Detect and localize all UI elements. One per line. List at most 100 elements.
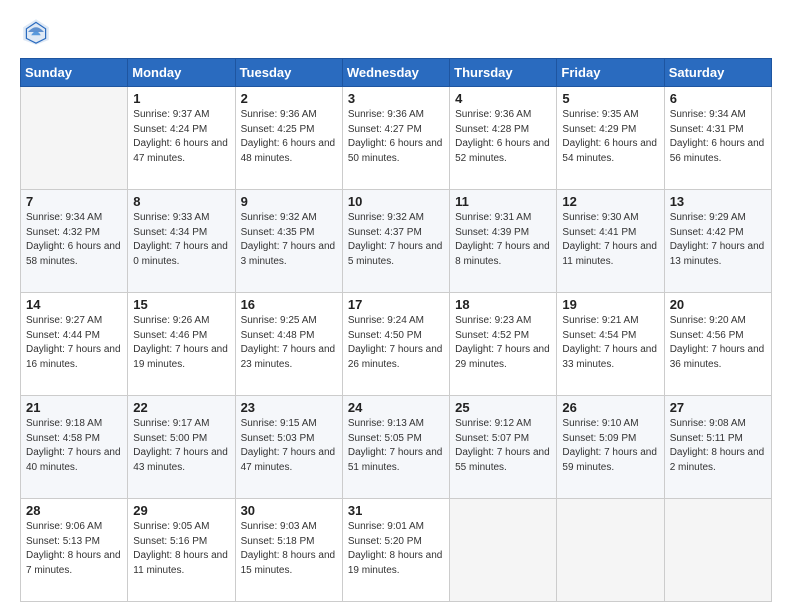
weekday-header-monday: Monday bbox=[128, 59, 235, 87]
day-info: Sunrise: 9:32 AMSunset: 4:37 PMDaylight:… bbox=[348, 211, 444, 269]
day-number: 5 bbox=[562, 91, 658, 106]
calendar-cell: 10 Sunrise: 9:32 AMSunset: 4:37 PMDayligh… bbox=[342, 190, 449, 293]
calendar-cell bbox=[557, 499, 664, 602]
weekday-header-tuesday: Tuesday bbox=[235, 59, 342, 87]
day-number: 22 bbox=[133, 400, 229, 415]
week-row-4: 28 Sunrise: 9:06 AMSunset: 5:13 PMDayligh… bbox=[21, 499, 772, 602]
day-info: Sunrise: 9:25 AMSunset: 4:48 PMDaylight:… bbox=[241, 314, 337, 372]
week-row-0: 1 Sunrise: 9:37 AMSunset: 4:24 PMDaylight… bbox=[21, 87, 772, 190]
day-number: 13 bbox=[670, 194, 766, 209]
day-info: Sunrise: 9:13 AMSunset: 5:05 PMDaylight:… bbox=[348, 417, 444, 475]
day-info: Sunrise: 9:01 AMSunset: 5:20 PMDaylight:… bbox=[348, 520, 444, 578]
header bbox=[20, 16, 772, 48]
weekday-header-thursday: Thursday bbox=[450, 59, 557, 87]
day-number: 9 bbox=[241, 194, 337, 209]
day-number: 2 bbox=[241, 91, 337, 106]
week-row-2: 14 Sunrise: 9:27 AMSunset: 4:44 PMDayligh… bbox=[21, 293, 772, 396]
day-info: Sunrise: 9:34 AMSunset: 4:31 PMDaylight:… bbox=[670, 108, 766, 166]
day-info: Sunrise: 9:32 AMSunset: 4:35 PMDaylight:… bbox=[241, 211, 337, 269]
day-number: 29 bbox=[133, 503, 229, 518]
day-number: 31 bbox=[348, 503, 444, 518]
calendar-cell: 16Sunrise: 9:25 AMSunset: 4:48 PMDayligh… bbox=[235, 293, 342, 396]
calendar-cell: 27Sunrise: 9:08 AMSunset: 5:11 PMDayligh… bbox=[664, 396, 771, 499]
weekday-header-wednesday: Wednesday bbox=[342, 59, 449, 87]
calendar-cell: 25 Sunrise: 9:12 AMSunset: 5:07 PMDayligh… bbox=[450, 396, 557, 499]
logo bbox=[20, 16, 58, 48]
calendar-cell: 15Sunrise: 9:26 AMSunset: 4:46 PMDayligh… bbox=[128, 293, 235, 396]
day-info: Sunrise: 9:27 AMSunset: 4:44 PMDaylight:… bbox=[26, 314, 122, 372]
calendar-cell: 11Sunrise: 9:31 AMSunset: 4:39 PMDayligh… bbox=[450, 190, 557, 293]
calendar-cell: 31 Sunrise: 9:01 AMSunset: 5:20 PMDayligh… bbox=[342, 499, 449, 602]
day-info: Sunrise: 9:30 AMSunset: 4:41 PMDaylight:… bbox=[562, 211, 658, 269]
day-number: 3 bbox=[348, 91, 444, 106]
calendar-cell: 17 Sunrise: 9:24 AMSunset: 4:50 PMDayligh… bbox=[342, 293, 449, 396]
calendar-cell: 24 Sunrise: 9:13 AMSunset: 5:05 PMDayligh… bbox=[342, 396, 449, 499]
day-number: 26 bbox=[562, 400, 658, 415]
calendar-cell: 4 Sunrise: 9:36 AMSunset: 4:28 PMDaylight… bbox=[450, 87, 557, 190]
calendar-cell: 6 Sunrise: 9:34 AMSunset: 4:31 PMDaylight… bbox=[664, 87, 771, 190]
calendar-cell bbox=[21, 87, 128, 190]
calendar-cell: 1 Sunrise: 9:37 AMSunset: 4:24 PMDaylight… bbox=[128, 87, 235, 190]
day-info: Sunrise: 9:24 AMSunset: 4:50 PMDaylight:… bbox=[348, 314, 444, 372]
day-number: 14 bbox=[26, 297, 122, 312]
day-info: Sunrise: 9:21 AMSunset: 4:54 PMDaylight:… bbox=[562, 314, 658, 372]
day-info: Sunrise: 9:36 AMSunset: 4:27 PMDaylight:… bbox=[348, 108, 444, 166]
day-info: Sunrise: 9:03 AMSunset: 5:18 PMDaylight:… bbox=[241, 520, 337, 578]
day-info: Sunrise: 9:36 AMSunset: 4:28 PMDaylight:… bbox=[455, 108, 551, 166]
calendar-cell: 23 Sunrise: 9:15 AMSunset: 5:03 PMDayligh… bbox=[235, 396, 342, 499]
calendar-cell: 20 Sunrise: 9:20 AMSunset: 4:56 PMDayligh… bbox=[664, 293, 771, 396]
page: SundayMondayTuesdayWednesdayThursdayFrid… bbox=[0, 0, 792, 612]
day-number: 1 bbox=[133, 91, 229, 106]
calendar-cell bbox=[450, 499, 557, 602]
day-info: Sunrise: 9:20 AMSunset: 4:56 PMDaylight:… bbox=[670, 314, 766, 372]
day-info: Sunrise: 9:23 AMSunset: 4:52 PMDaylight:… bbox=[455, 314, 551, 372]
day-number: 8 bbox=[133, 194, 229, 209]
day-number: 6 bbox=[670, 91, 766, 106]
day-number: 10 bbox=[348, 194, 444, 209]
day-info: Sunrise: 9:34 AMSunset: 4:32 PMDaylight:… bbox=[26, 211, 122, 269]
day-number: 23 bbox=[241, 400, 337, 415]
day-number: 25 bbox=[455, 400, 551, 415]
day-info: Sunrise: 9:37 AMSunset: 4:24 PMDaylight:… bbox=[133, 108, 229, 166]
week-row-3: 21 Sunrise: 9:18 AMSunset: 4:58 PMDayligh… bbox=[21, 396, 772, 499]
day-number: 20 bbox=[670, 297, 766, 312]
calendar-cell: 13 Sunrise: 9:29 AMSunset: 4:42 PMDayligh… bbox=[664, 190, 771, 293]
day-number: 27 bbox=[670, 400, 766, 415]
day-number: 30 bbox=[241, 503, 337, 518]
day-info: Sunrise: 9:36 AMSunset: 4:25 PMDaylight:… bbox=[241, 108, 337, 166]
day-number: 11 bbox=[455, 194, 551, 209]
calendar-cell: 14 Sunrise: 9:27 AMSunset: 4:44 PMDayligh… bbox=[21, 293, 128, 396]
day-number: 15 bbox=[133, 297, 229, 312]
calendar-cell: 9 Sunrise: 9:32 AMSunset: 4:35 PMDaylight… bbox=[235, 190, 342, 293]
calendar-cell: 3 Sunrise: 9:36 AMSunset: 4:27 PMDaylight… bbox=[342, 87, 449, 190]
day-number: 18 bbox=[455, 297, 551, 312]
day-info: Sunrise: 9:35 AMSunset: 4:29 PMDaylight:… bbox=[562, 108, 658, 166]
day-info: Sunrise: 9:29 AMSunset: 4:42 PMDaylight:… bbox=[670, 211, 766, 269]
day-info: Sunrise: 9:10 AMSunset: 5:09 PMDaylight:… bbox=[562, 417, 658, 475]
day-number: 28 bbox=[26, 503, 122, 518]
day-number: 21 bbox=[26, 400, 122, 415]
calendar-cell: 30 Sunrise: 9:03 AMSunset: 5:18 PMDayligh… bbox=[235, 499, 342, 602]
day-number: 17 bbox=[348, 297, 444, 312]
weekday-header-saturday: Saturday bbox=[664, 59, 771, 87]
calendar-cell: 19 Sunrise: 9:21 AMSunset: 4:54 PMDayligh… bbox=[557, 293, 664, 396]
calendar-cell: 7Sunrise: 9:34 AMSunset: 4:32 PMDaylight… bbox=[21, 190, 128, 293]
day-info: Sunrise: 9:06 AMSunset: 5:13 PMDaylight:… bbox=[26, 520, 122, 578]
day-info: Sunrise: 9:18 AMSunset: 4:58 PMDaylight:… bbox=[26, 417, 122, 475]
calendar-cell: 12Sunrise: 9:30 AMSunset: 4:41 PMDayligh… bbox=[557, 190, 664, 293]
day-info: Sunrise: 9:17 AMSunset: 5:00 PMDaylight:… bbox=[133, 417, 229, 475]
weekday-header-sunday: Sunday bbox=[21, 59, 128, 87]
calendar-cell: 8 Sunrise: 9:33 AMSunset: 4:34 PMDaylight… bbox=[128, 190, 235, 293]
day-info: Sunrise: 9:12 AMSunset: 5:07 PMDaylight:… bbox=[455, 417, 551, 475]
day-number: 4 bbox=[455, 91, 551, 106]
calendar-cell: 28 Sunrise: 9:06 AMSunset: 5:13 PMDayligh… bbox=[21, 499, 128, 602]
logo-icon bbox=[20, 16, 52, 48]
weekday-header-friday: Friday bbox=[557, 59, 664, 87]
day-info: Sunrise: 9:05 AMSunset: 5:16 PMDaylight:… bbox=[133, 520, 229, 578]
calendar-cell: 2 Sunrise: 9:36 AMSunset: 4:25 PMDaylight… bbox=[235, 87, 342, 190]
day-number: 19 bbox=[562, 297, 658, 312]
day-info: Sunrise: 9:33 AMSunset: 4:34 PMDaylight:… bbox=[133, 211, 229, 269]
day-number: 24 bbox=[348, 400, 444, 415]
day-info: Sunrise: 9:15 AMSunset: 5:03 PMDaylight:… bbox=[241, 417, 337, 475]
calendar-cell bbox=[664, 499, 771, 602]
